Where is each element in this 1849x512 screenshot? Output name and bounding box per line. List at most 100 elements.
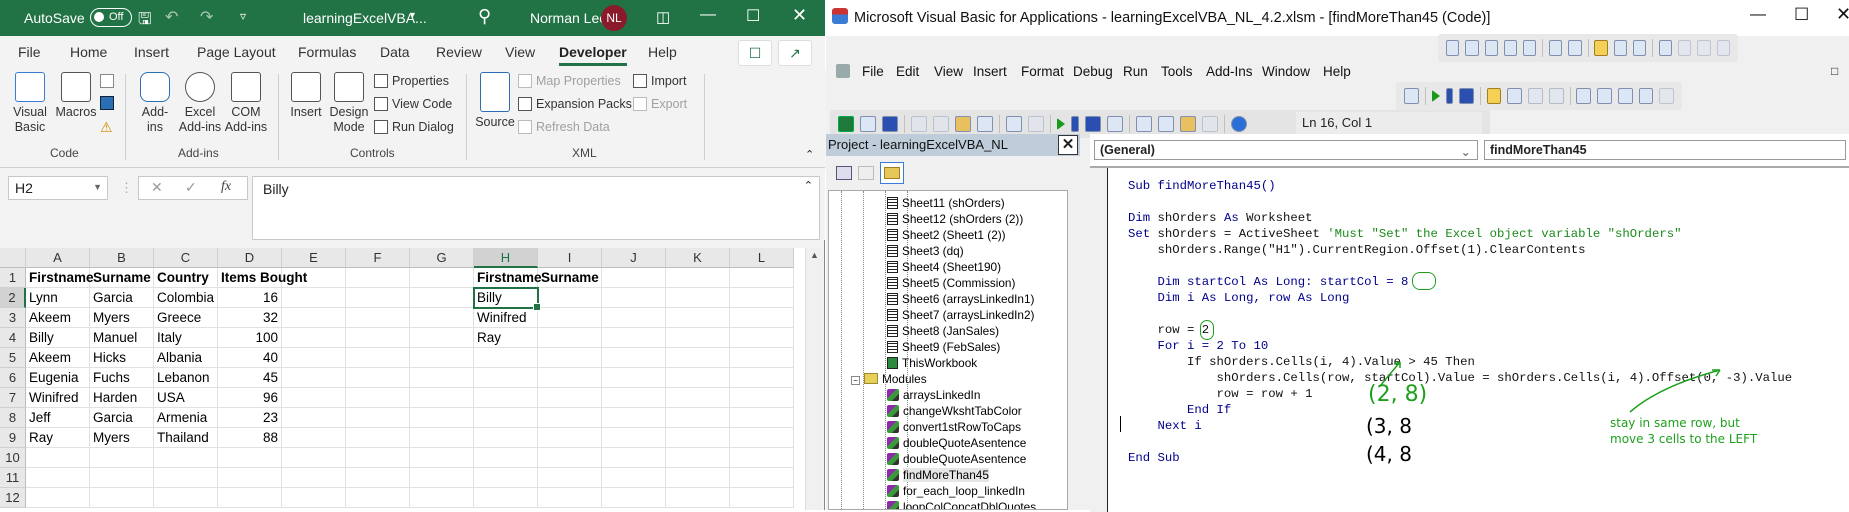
cell-D3[interactable]: 32 (218, 308, 282, 328)
cell-A4[interactable]: Billy (26, 328, 90, 348)
ribbon-display-icon[interactable]: ◫ (656, 8, 670, 26)
cell-L3[interactable] (730, 308, 794, 328)
cell-I3[interactable] (538, 308, 602, 328)
collapse-formula-icon[interactable]: ⌃ (804, 179, 813, 192)
insert-userform-icon[interactable] (860, 116, 876, 132)
cell-C11[interactable] (154, 468, 218, 488)
cell-I9[interactable] (538, 428, 602, 448)
map-properties-button[interactable]: Map Properties (518, 74, 621, 88)
cell-B8[interactable]: Garcia (90, 408, 154, 428)
enter-icon[interactable]: ✓ (185, 179, 197, 196)
run-icon[interactable] (1057, 118, 1065, 130)
cell-E6[interactable] (282, 368, 346, 388)
cell-L10[interactable] (730, 448, 794, 468)
procedure-combo[interactable]: findMoreThan45 (1484, 140, 1846, 160)
close-icon[interactable]: ✕ (792, 5, 807, 26)
cell-L4[interactable] (730, 328, 794, 348)
project-explorer-icon[interactable] (1136, 116, 1152, 132)
redo-icon[interactable] (1028, 116, 1044, 132)
minimize-icon[interactable]: — (700, 6, 716, 24)
code-editor[interactable]: Sub findMoreThan45() Dim shOrders As Wor… (1090, 166, 1849, 512)
cell-F6[interactable] (346, 368, 410, 388)
cell-E12[interactable] (282, 488, 346, 508)
menu-format[interactable]: Format (1021, 64, 1064, 79)
maximize-icon[interactable]: ☐ (746, 6, 760, 26)
cell-C6[interactable]: Lebanon (154, 368, 218, 388)
comments-button[interactable]: ☐ (738, 40, 772, 66)
step-into-icon[interactable] (1507, 88, 1523, 104)
cell-G7[interactable] (410, 388, 474, 408)
tab-formulas[interactable]: Formulas (298, 44, 356, 60)
column-header-i[interactable]: I (538, 248, 602, 268)
column-header-l[interactable]: L (730, 248, 794, 268)
cell-C4[interactable]: Italy (154, 328, 218, 348)
maximize-icon[interactable]: ☐ (1794, 5, 1809, 25)
row-header-4[interactable]: 4 (0, 328, 26, 348)
cell-L1[interactable] (730, 268, 794, 288)
cell-E2[interactable] (282, 288, 346, 308)
com-addins-button[interactable]: COM Add-ins (223, 72, 269, 135)
cell-H11[interactable] (474, 468, 538, 488)
cell-C1[interactable]: Country (154, 268, 218, 288)
cell-E5[interactable] (282, 348, 346, 368)
tree-item-workbook[interactable]: ThisWorkbook (887, 355, 977, 371)
cell-I10[interactable] (538, 448, 602, 468)
vba-menu-icon[interactable] (836, 64, 850, 78)
tab-help[interactable]: Help (648, 44, 677, 60)
column-header-j[interactable]: J (602, 248, 666, 268)
cell-B5[interactable]: Hicks (90, 348, 154, 368)
quick-info-icon[interactable] (1484, 40, 1498, 56)
cell-E3[interactable] (282, 308, 346, 328)
cell-C5[interactable]: Albania (154, 348, 218, 368)
cell-F4[interactable] (346, 328, 410, 348)
row-header-6[interactable]: 6 (0, 368, 26, 388)
select-all-corner[interactable] (0, 248, 26, 268)
cell-F10[interactable] (346, 448, 410, 468)
menu-window[interactable]: Window (1262, 64, 1310, 79)
minimize-icon[interactable]: — (1750, 6, 1766, 24)
cell-E4[interactable] (282, 328, 346, 348)
autosave-toggle[interactable]: Off (90, 8, 132, 27)
cell-A2[interactable]: Lynn (26, 288, 90, 308)
paste-icon[interactable] (955, 116, 971, 132)
run-dialog-button[interactable]: Run Dialog (374, 120, 454, 134)
cell-G2[interactable] (410, 288, 474, 308)
tab-view[interactable]: View (505, 44, 535, 60)
cell-L2[interactable] (730, 288, 794, 308)
menu-add-ins[interactable]: Add-Ins (1206, 64, 1253, 79)
cell-E9[interactable] (282, 428, 346, 448)
cell-H6[interactable] (474, 368, 538, 388)
call-stack-icon[interactable] (1659, 88, 1675, 104)
cell-A1[interactable]: Firstname (26, 268, 94, 288)
toggle-breakpoint-icon[interactable] (1486, 88, 1502, 104)
cell-G6[interactable] (410, 368, 474, 388)
find-icon[interactable] (977, 116, 993, 132)
menu-file[interactable]: File (862, 64, 884, 79)
tree-item-sheet[interactable]: Sheet8 (JanSales) (887, 323, 999, 339)
tree-item-module[interactable]: doubleQuoteAsentence (887, 435, 1026, 451)
cell-J5[interactable] (602, 348, 666, 368)
cell-C2[interactable]: Colombia (154, 288, 218, 308)
undo-icon[interactable]: ↶ (165, 7, 178, 27)
cell-E10[interactable] (282, 448, 346, 468)
collapse-ribbon-icon[interactable]: ⌃ (805, 148, 814, 161)
tree-item-sheet[interactable]: Sheet9 (FebSales) (887, 339, 1000, 355)
cell-G4[interactable] (410, 328, 474, 348)
object-browser-icon[interactable] (1180, 116, 1196, 132)
cell-G5[interactable] (410, 348, 474, 368)
cut-icon[interactable] (911, 116, 927, 132)
close-project-explorer-icon[interactable]: ✕ (1058, 135, 1078, 155)
row-header-5[interactable]: 5 (0, 348, 26, 368)
view-excel-icon[interactable] (838, 116, 854, 132)
visual-basic-button[interactable]: Visual Basic (8, 72, 52, 135)
cell-J8[interactable] (602, 408, 666, 428)
cell-F5[interactable] (346, 348, 410, 368)
cell-L8[interactable] (730, 408, 794, 428)
cell-G10[interactable] (410, 448, 474, 468)
tree-item-module[interactable]: doubleQuoteAsentence (887, 451, 1026, 467)
cell-B9[interactable]: Myers (90, 428, 154, 448)
project-tree[interactable]: Sheet11 (shOrders) Sheet12 (shOrders (2))… (828, 190, 1068, 510)
cell-H8[interactable] (474, 408, 538, 428)
cell-I12[interactable] (538, 488, 602, 508)
row-header-8[interactable]: 8 (0, 408, 26, 428)
